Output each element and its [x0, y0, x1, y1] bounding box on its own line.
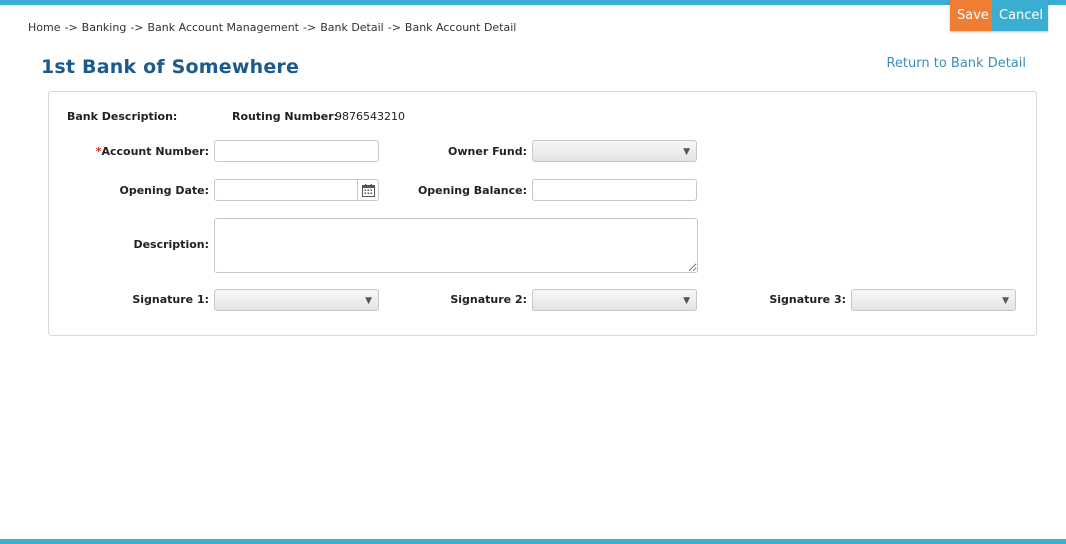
page-title: 1st Bank of Somewhere	[41, 56, 300, 78]
opening-balance-label: Opening Balance:	[417, 184, 527, 197]
description-label: Description:	[133, 238, 209, 251]
chevron-down-icon: ▼	[365, 296, 372, 306]
bank-account-form-panel: Bank Description: Routing Number: 987654…	[48, 91, 1037, 336]
return-to-bank-detail-link[interactable]: Return to Bank Detail	[886, 56, 1026, 71]
account-number-input[interactable]	[214, 140, 379, 162]
breadcrumb-bank-account-management[interactable]: Bank Account Management	[148, 21, 300, 34]
breadcrumb-home[interactable]: Home	[28, 21, 60, 34]
opening-date-input[interactable]	[214, 179, 379, 201]
signature-1-label: Signature 1:	[132, 293, 209, 306]
bottom-accent-bar	[0, 539, 1066, 544]
account-number-label: *Account Number:	[96, 145, 209, 158]
breadcrumb: Home -> Banking -> Bank Account Management ->…	[28, 21, 516, 34]
calendar-button[interactable]	[357, 179, 379, 201]
signature-3-select[interactable]: ▼	[851, 289, 1016, 311]
routing-number-label: Routing Number:	[232, 110, 339, 123]
cancel-button[interactable]: Cancel	[992, 0, 1048, 31]
bank-description-label: Bank Description:	[67, 110, 178, 123]
opening-date-label: Opening Date:	[119, 184, 210, 197]
opening-balance-input[interactable]	[532, 179, 697, 201]
save-button[interactable]: Save	[950, 0, 992, 31]
owner-fund-label: Owner Fund:	[448, 145, 527, 158]
signature-1-select[interactable]: ▼	[214, 289, 379, 311]
chevron-down-icon: ▼	[683, 296, 690, 306]
calendar-icon	[362, 183, 375, 197]
owner-fund-select[interactable]: ▼	[532, 140, 697, 162]
account-number-label-text: Account Number:	[101, 145, 209, 158]
chevron-down-icon: ▼	[1002, 296, 1009, 306]
description-textarea[interactable]	[214, 218, 698, 273]
opening-date-field	[214, 179, 379, 201]
breadcrumb-separator: ->	[130, 21, 144, 34]
signature-2-select[interactable]: ▼	[532, 289, 697, 311]
breadcrumb-separator: ->	[64, 21, 78, 34]
breadcrumb-bank-detail[interactable]: Bank Detail	[320, 21, 384, 34]
routing-number-value: 9876543210	[335, 110, 405, 123]
top-accent-bar	[0, 0, 1066, 5]
breadcrumb-bank-account-detail: Bank Account Detail	[404, 21, 517, 34]
signature-3-label: Signature 3:	[769, 293, 846, 306]
breadcrumb-separator: ->	[387, 21, 401, 34]
breadcrumb-banking[interactable]: Banking	[82, 21, 127, 34]
action-buttons: Save Cancel	[950, 0, 1048, 31]
signature-2-label: Signature 2:	[450, 293, 527, 306]
breadcrumb-separator: ->	[303, 21, 317, 34]
chevron-down-icon: ▼	[683, 147, 690, 157]
